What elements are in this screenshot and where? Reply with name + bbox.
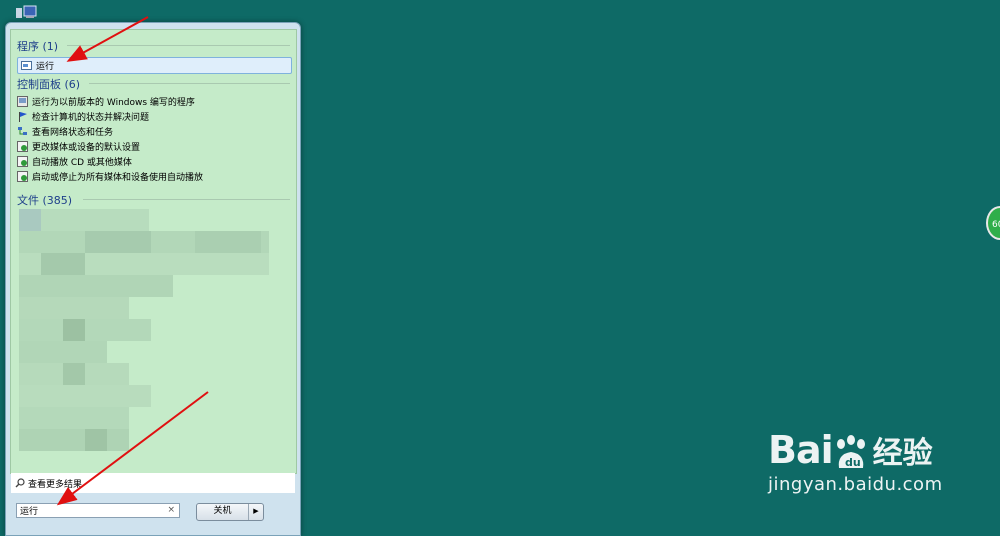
start-menu: 程序 (1) 运行 控制面板 (6) 运行为以前版本的 Windows 编写的程… <box>5 22 301 536</box>
group-header-control-panel: 控制面板 (6) <box>17 78 81 91</box>
baidu-jingyan-watermark: Bai du 经验 jingyan.baidu.com <box>768 428 943 495</box>
result-item-autoplay-all[interactable]: 启动或停止为所有媒体和设备使用自动播放 <box>17 169 203 184</box>
group-header-programs: 程序 (1) <box>17 40 59 53</box>
paw-icon: du <box>836 435 865 469</box>
see-more-results-link[interactable]: 查看更多结果 <box>11 473 295 493</box>
run-icon <box>21 61 32 70</box>
see-more-label: 查看更多结果 <box>28 479 83 490</box>
result-item-compat[interactable]: 运行为以前版本的 Windows 编写的程序 <box>17 94 195 109</box>
shutdown-button[interactable]: 关机 <box>197 504 249 520</box>
svg-text:du: du <box>845 456 861 469</box>
floating-badge[interactable]: 60 <box>986 206 1000 240</box>
search-icon <box>15 478 25 488</box>
watermark-logo: Bai du 经验 <box>768 428 943 472</box>
desktop-computer-icon[interactable] <box>14 4 42 20</box>
result-item-label: 运行 <box>36 62 55 72</box>
group-header-files: 文件 (385) <box>17 194 73 207</box>
result-item-autoplay-cd[interactable]: 自动播放 CD 或其他媒体 <box>17 154 132 169</box>
compat-icon <box>17 96 28 107</box>
shutdown-options-arrow[interactable]: ▶ <box>249 504 263 520</box>
watermark-logo-cn: 经验 <box>872 436 933 471</box>
network-icon <box>18 127 27 135</box>
search-input-value: 运行 <box>20 507 39 517</box>
divider <box>83 199 290 200</box>
result-item-label: 更改媒体或设备的默认设置 <box>32 143 141 153</box>
result-item-media-defaults[interactable]: 更改媒体或设备的默认设置 <box>17 139 140 154</box>
shutdown-button-group: 关机 ▶ <box>196 503 264 521</box>
result-item-label: 查看网络状态和任务 <box>32 128 114 138</box>
result-item-network[interactable]: 查看网络状态和任务 <box>17 124 113 139</box>
flag-icon <box>19 112 27 122</box>
redacted-file-results <box>19 209 281 464</box>
watermark-logo-text: Bai <box>768 428 834 472</box>
result-item-label: 启动或停止为所有媒体和设备使用自动播放 <box>32 173 204 183</box>
divider <box>89 83 290 84</box>
result-item-label: 检查计算机的状态并解决问题 <box>32 113 150 123</box>
autoplay-icon <box>17 171 28 182</box>
search-input[interactable]: 运行 × <box>16 503 180 518</box>
search-results-panel: 程序 (1) 运行 控制面板 (6) 运行为以前版本的 Windows 编写的程… <box>10 29 297 474</box>
autoplay-icon <box>17 141 28 152</box>
divider <box>67 45 290 46</box>
autoplay-icon <box>17 156 28 167</box>
result-item-label: 运行为以前版本的 Windows 编写的程序 <box>32 98 195 108</box>
result-item-label: 自动播放 CD 或其他媒体 <box>32 158 132 168</box>
result-item-troubleshoot[interactable]: 检查计算机的状态并解决问题 <box>17 109 149 124</box>
result-item-run[interactable]: 运行 <box>17 57 292 74</box>
clear-search-button[interactable]: × <box>167 505 175 515</box>
watermark-url: jingyan.baidu.com <box>768 474 943 495</box>
